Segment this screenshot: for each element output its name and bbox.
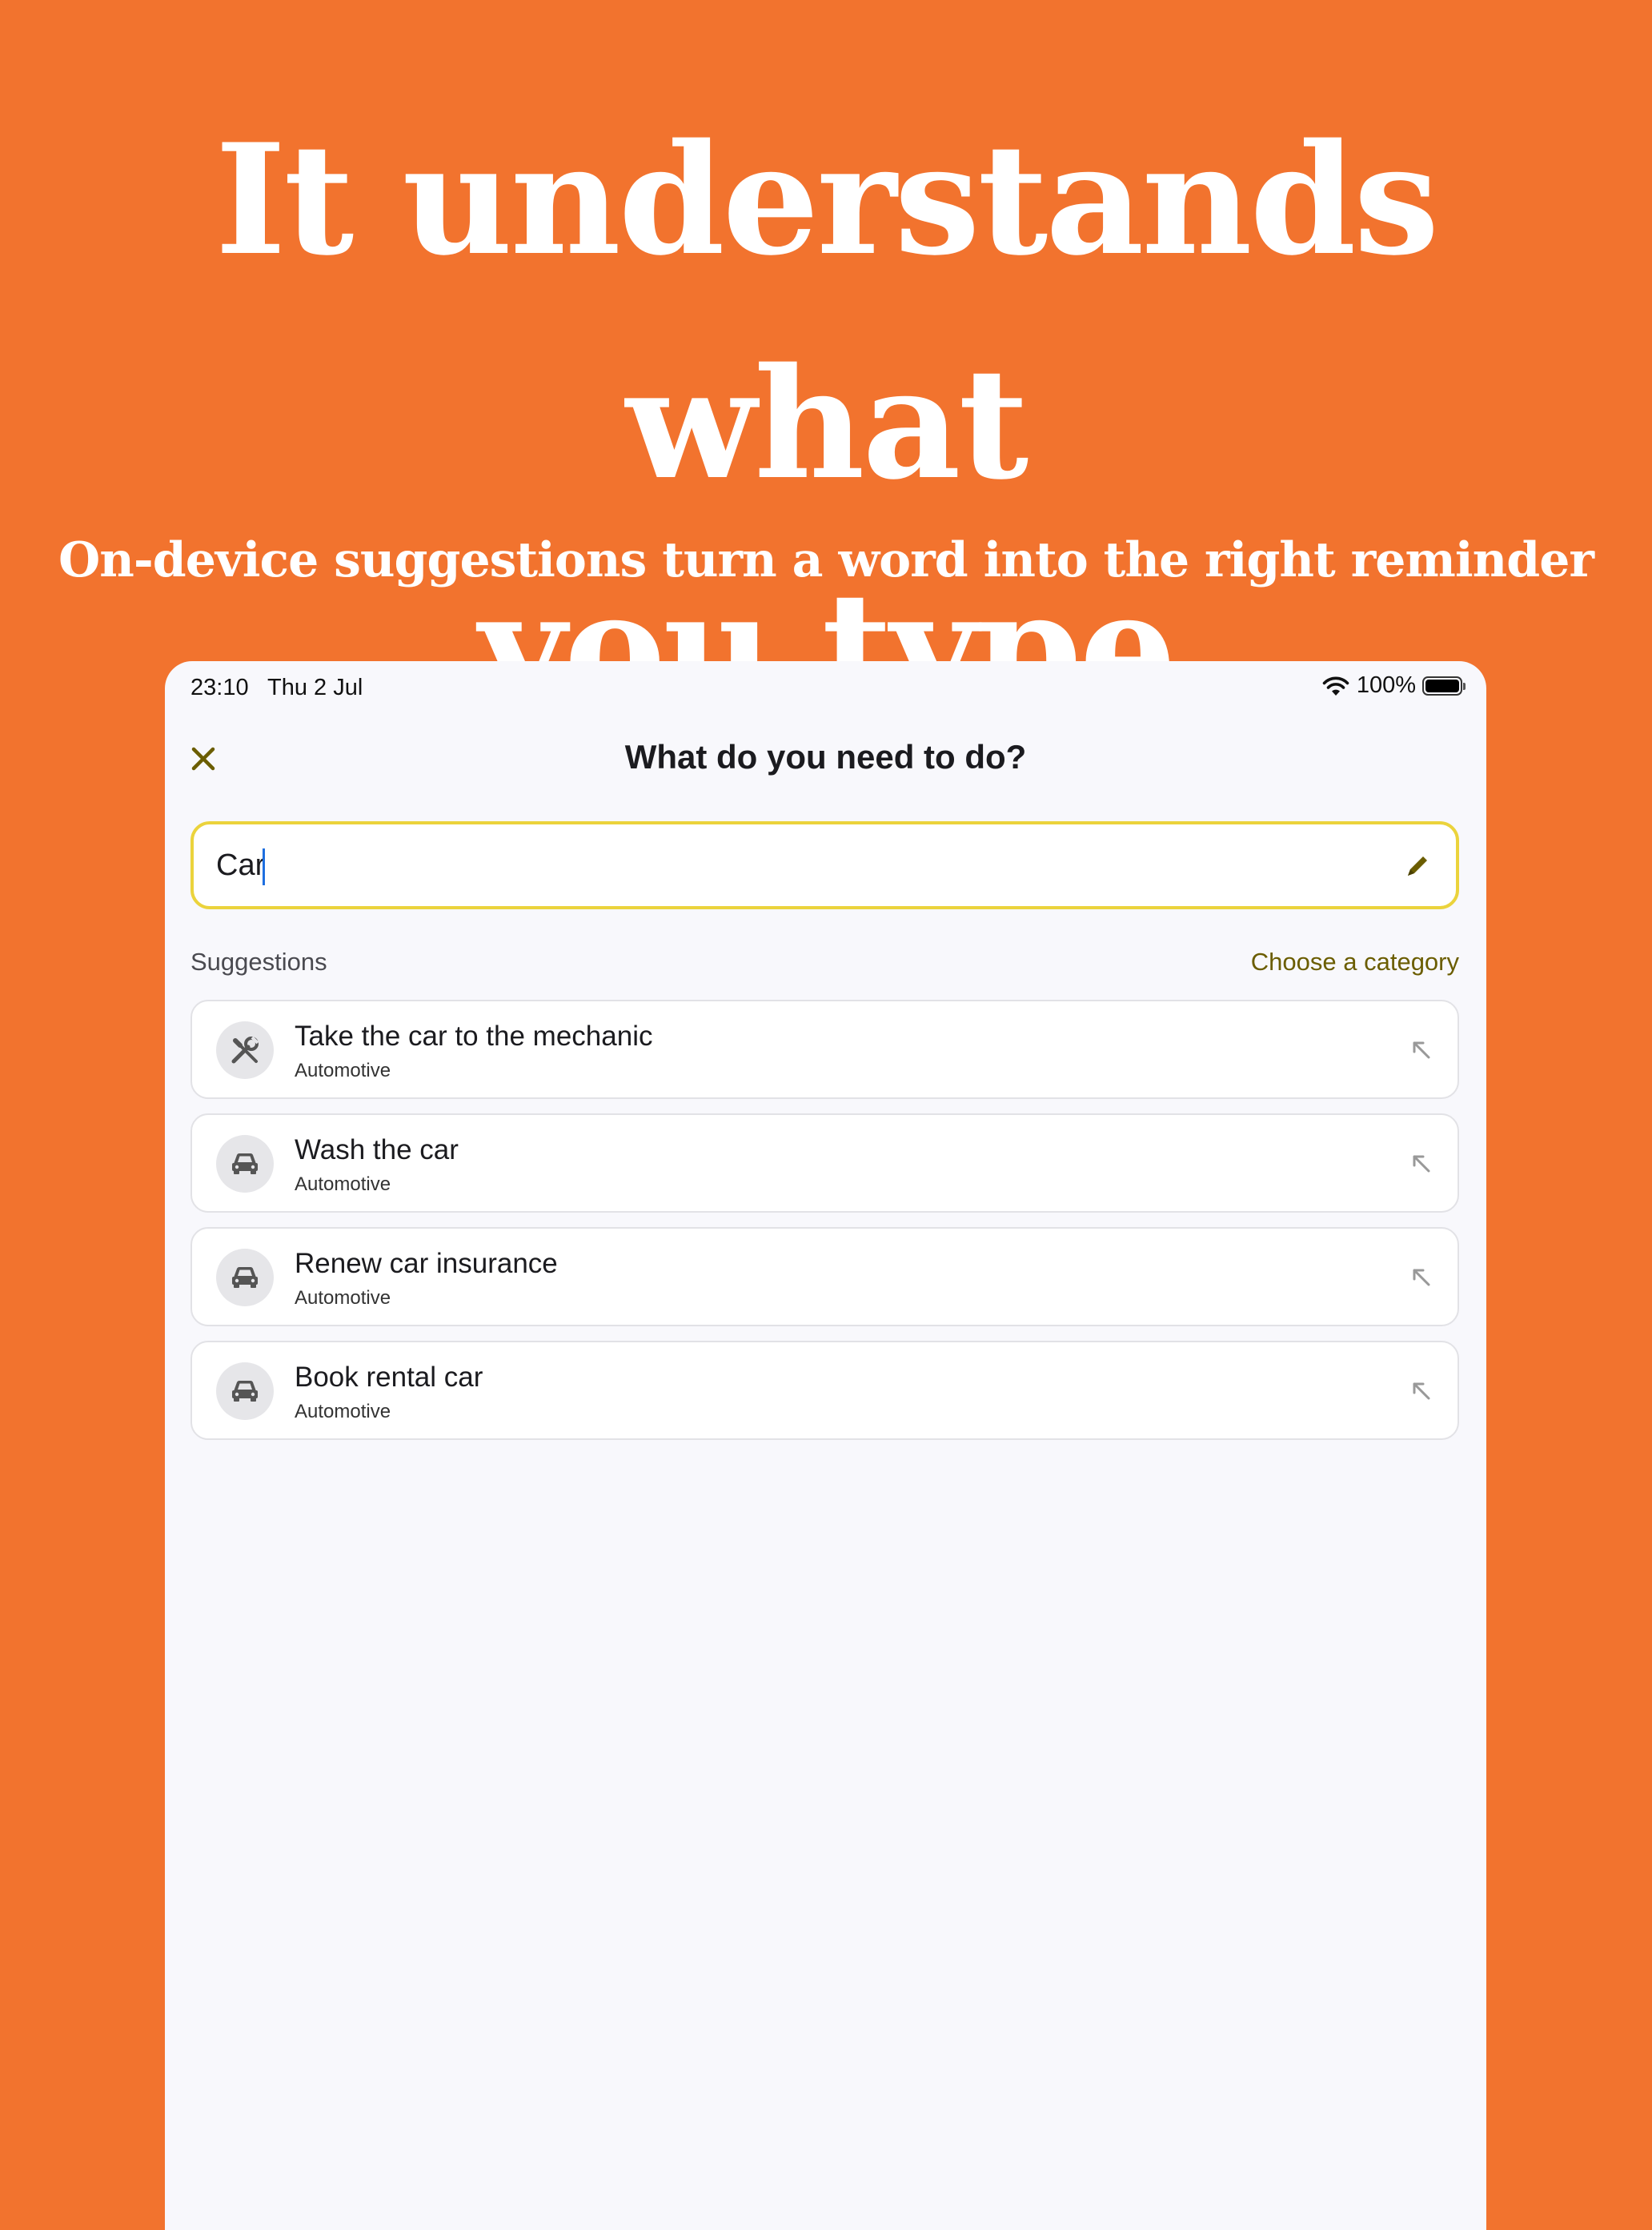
- car-icon: [232, 1153, 258, 1174]
- suggestion-category: Automotive: [295, 1173, 391, 1195]
- promo-subheadline: On-device suggestions turn a word into t…: [58, 532, 1594, 588]
- text-cursor: [263, 848, 265, 885]
- battery-percent: 100%: [1356, 672, 1416, 698]
- suggestion-item[interactable]: Wash the car Automotive: [190, 1113, 1459, 1213]
- suggestion-list: Take the car to the mechanic Automotive …: [190, 1000, 1459, 1454]
- pencil-icon[interactable]: [1403, 852, 1432, 880]
- status-indicators: 100%: [1321, 672, 1466, 699]
- insert-arrow-icon[interactable]: [1408, 1037, 1433, 1062]
- insert-arrow-icon[interactable]: [1408, 1150, 1433, 1176]
- device-screen: 23:10 Thu 2 Jul 100% What do you need to…: [165, 661, 1486, 2230]
- insert-arrow-icon[interactable]: [1408, 1264, 1433, 1289]
- promo-headline: It understands what you type: [0, 88, 1652, 760]
- suggestion-category: Automotive: [295, 1287, 391, 1309]
- suggestion-title: Renew car insurance: [295, 1248, 558, 1279]
- suggestion-item[interactable]: Book rental car Automotive: [190, 1341, 1459, 1440]
- choose-category-link[interactable]: Choose a category: [1251, 948, 1459, 977]
- battery-icon: [1422, 676, 1466, 696]
- status-date: Thu 2 Jul: [267, 675, 363, 700]
- suggestion-category: Automotive: [295, 1401, 391, 1422]
- status-time: 23:10: [190, 675, 249, 700]
- suggestion-title: Wash the car: [295, 1134, 459, 1165]
- car-icon: [232, 1381, 258, 1402]
- suggestion-icon-badge: [216, 1249, 274, 1306]
- suggestion-title: Book rental car: [295, 1362, 483, 1393]
- suggestion-icon-badge: [216, 1135, 274, 1193]
- task-input-field[interactable]: Car: [190, 821, 1459, 909]
- suggestion-category: Automotive: [295, 1060, 391, 1081]
- status-bar: 23:10 Thu 2 Jul 100%: [165, 661, 1486, 714]
- modal-title: What do you need to do?: [624, 738, 1027, 776]
- insert-arrow-icon[interactable]: [1408, 1378, 1433, 1403]
- suggestion-item[interactable]: Renew car insurance Automotive: [190, 1227, 1459, 1326]
- suggestion-icon-badge: [216, 1021, 274, 1079]
- suggestion-icon-badge: [216, 1362, 274, 1420]
- suggestion-title: Take the car to the mechanic: [295, 1021, 653, 1052]
- headline-line-1: It understands what: [215, 110, 1440, 513]
- wifi-icon: [1322, 676, 1349, 696]
- suggestions-label: Suggestions: [190, 948, 327, 976]
- wrench-screwdriver-icon: [231, 1036, 259, 1064]
- task-input-value[interactable]: Car: [216, 848, 265, 883]
- suggestion-item[interactable]: Take the car to the mechanic Automotive: [190, 1000, 1459, 1099]
- car-icon: [232, 1267, 258, 1288]
